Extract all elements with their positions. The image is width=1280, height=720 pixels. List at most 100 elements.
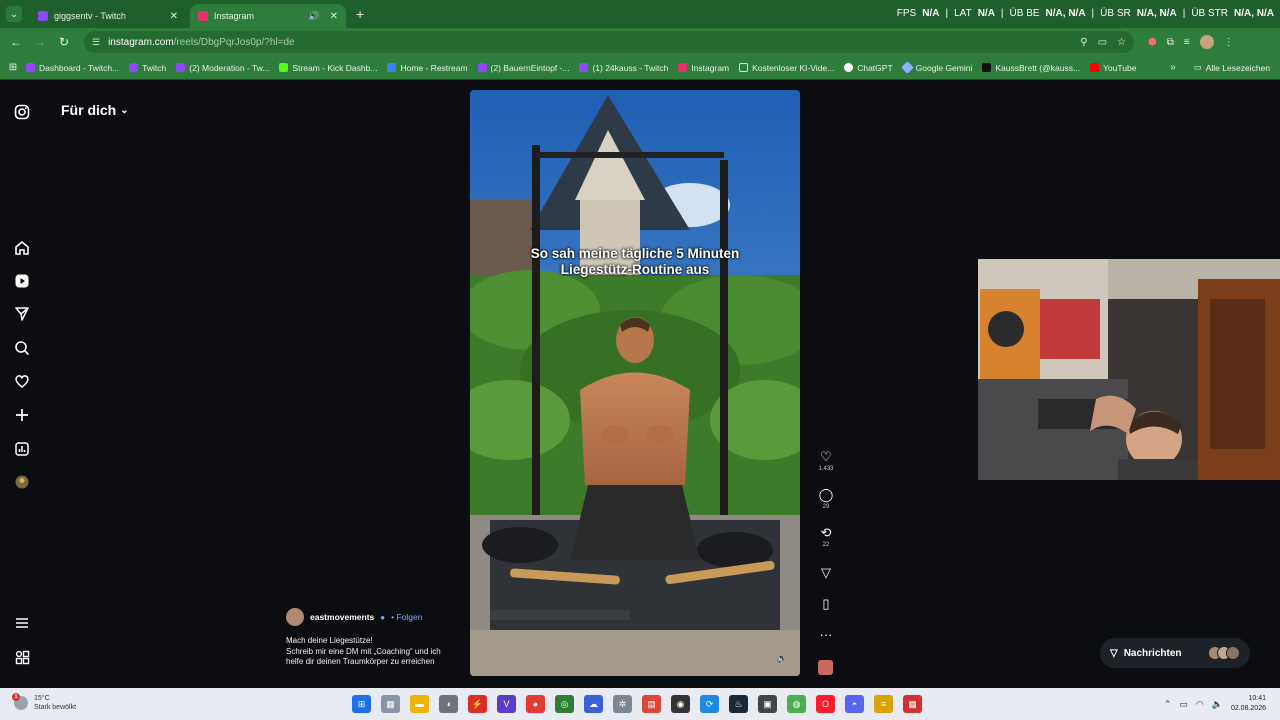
weather-widget[interactable]: 1 15°C Stark bewölkt bbox=[12, 693, 76, 712]
bookmark-item[interactable]: ChatGPT bbox=[844, 63, 893, 73]
all-bookmarks-button[interactable]: ▭ Alle Lesezeichen bbox=[1194, 62, 1270, 73]
tab-instagram[interactable]: Instagram 🔊 ✕ bbox=[190, 4, 346, 28]
app-stack-icon[interactable]: ≡ bbox=[874, 695, 893, 713]
bookmark-item[interactable]: Google Gemini bbox=[900, 61, 972, 74]
bookmark-item[interactable]: Dashboard - Twitch... bbox=[26, 63, 119, 73]
profile-avatar[interactable] bbox=[1199, 35, 1214, 49]
bookmark-item[interactable]: Stream - Kick Dashb... bbox=[279, 63, 377, 73]
bookmark-star-icon[interactable]: ☆ bbox=[1117, 37, 1126, 48]
app-ring-icon[interactable]: ◎ bbox=[555, 695, 574, 713]
app-red-icon[interactable]: ⚡ bbox=[468, 695, 487, 713]
home-icon[interactable] bbox=[12, 238, 32, 258]
apps-grid-icon[interactable]: ⊞ bbox=[0, 62, 26, 73]
cast-icon[interactable]: ▭ bbox=[1098, 37, 1107, 48]
app-record-icon[interactable]: ● bbox=[526, 695, 545, 713]
tray-overflow-icon[interactable]: ⌃ bbox=[1164, 699, 1172, 710]
repost-count: 22 bbox=[822, 542, 830, 548]
network-icon[interactable]: ▭ bbox=[1179, 699, 1188, 710]
reading-list-icon[interactable]: ≡ bbox=[1184, 37, 1190, 48]
bookmark-item[interactable]: (1) 24kauss - Twitch bbox=[579, 63, 668, 73]
author-username[interactable]: eastmovements bbox=[310, 612, 374, 622]
browser-toolbar: ← → ↻ ☰ instagram.com/reels/DbgPqrJos0p/… bbox=[0, 28, 1280, 56]
tab-search-button[interactable]: ⌄ bbox=[6, 6, 22, 22]
close-tab-icon[interactable]: ✕ bbox=[170, 11, 178, 22]
bookmark-item[interactable]: Home - Restream bbox=[387, 63, 468, 73]
reload-icon[interactable]: ↻ bbox=[52, 35, 76, 49]
direct-messages-icon[interactable] bbox=[12, 304, 32, 324]
tab-twitch[interactable]: giggsentv - Twitch ✕ bbox=[30, 4, 186, 28]
search-icon[interactable] bbox=[12, 338, 32, 358]
apps-icon[interactable] bbox=[12, 647, 32, 667]
share-button[interactable]: ▽ bbox=[812, 566, 840, 580]
app-news-icon[interactable]: ▤ bbox=[642, 695, 661, 713]
fps-value: N/A bbox=[922, 8, 940, 19]
zoom-icon[interactable]: ⚲ bbox=[1080, 37, 1087, 48]
windows-start-icon[interactable]: ⊞ bbox=[352, 695, 371, 713]
feed-selector[interactable]: Für dich ⌄ bbox=[61, 102, 129, 118]
like-button[interactable]: ♡ 1.433 bbox=[812, 450, 840, 473]
profile-avatar-icon[interactable] bbox=[12, 472, 32, 492]
steam-icon[interactable]: ♨ bbox=[729, 695, 748, 713]
forward-icon[interactable]: → bbox=[28, 35, 52, 49]
more-menu-icon[interactable] bbox=[12, 613, 32, 633]
volume-icon[interactable]: 🔈 bbox=[1212, 699, 1223, 710]
app-blue-icon[interactable]: ⟳ bbox=[700, 695, 719, 713]
more-bookmarks-icon[interactable]: » bbox=[1170, 62, 1176, 73]
app-settings-icon[interactable]: ✲ bbox=[613, 695, 632, 713]
comment-button[interactable]: ◯ 29 bbox=[812, 488, 840, 511]
bookmark-item[interactable]: Instagram bbox=[678, 63, 729, 73]
file-explorer-icon[interactable]: ▬ bbox=[410, 695, 429, 713]
bookmark-item[interactable]: Twitch bbox=[129, 63, 166, 73]
bookmark-item[interactable]: YouTube bbox=[1090, 63, 1136, 73]
ub-be-label: ÜB BE bbox=[1009, 8, 1040, 19]
chatgpt-icon bbox=[844, 63, 854, 72]
app-grid-red-icon[interactable]: ▦ bbox=[903, 695, 922, 713]
notifications-heart-icon[interactable] bbox=[12, 371, 32, 391]
mute-icon[interactable]: 🔈 bbox=[777, 653, 788, 664]
repost-button[interactable]: ⟲ 22 bbox=[812, 526, 840, 549]
dashboard-icon[interactable] bbox=[12, 439, 32, 459]
more-options-button[interactable]: ··· bbox=[812, 628, 840, 642]
close-tab-icon[interactable]: ✕ bbox=[330, 11, 338, 22]
bookmark-item[interactable]: (2) Moderation - Tw... bbox=[176, 63, 269, 73]
url-text[interactable]: instagram.com/reels/DbgPqrJos0p/?hl=de bbox=[108, 37, 1080, 48]
clock[interactable]: 10:41 02.08.2026 bbox=[1231, 694, 1266, 714]
reel-video[interactable]: So sah meine tägliche 5 Minuten Liegestü… bbox=[470, 90, 800, 676]
twitch-icon bbox=[176, 63, 186, 72]
reels-icon[interactable] bbox=[12, 271, 32, 291]
audio-thumbnail[interactable] bbox=[818, 660, 833, 675]
video-caption: So sah meine tägliche 5 Minuten Liegestü… bbox=[470, 246, 800, 278]
menu-icon[interactable]: ⋮ bbox=[1224, 37, 1234, 48]
discord-icon[interactable]: ◓ bbox=[845, 695, 864, 713]
save-button[interactable]: ▯ bbox=[812, 597, 840, 611]
windows-taskbar: 1 15°C Stark bewölkt ⊞ ▦ ▬ ◖ ⚡ V ● ◎ ☁ ✲… bbox=[0, 688, 1280, 720]
new-tab-button[interactable]: + bbox=[356, 6, 364, 22]
chrome-icon[interactable]: ◍ bbox=[787, 695, 806, 713]
lat-label: LAT bbox=[954, 8, 972, 19]
terminal-icon[interactable]: ▣ bbox=[758, 695, 777, 713]
bookmark-item[interactable]: (2) BauernEintopf -... bbox=[477, 63, 569, 73]
bookmark-item[interactable]: KaussBrett (@kauss... bbox=[982, 63, 1080, 73]
app-cloud-icon[interactable]: ☁ bbox=[584, 695, 603, 713]
opera-icon[interactable]: O bbox=[816, 695, 835, 713]
bookmark-item[interactable]: Kostenloser KI-Vide... bbox=[739, 63, 834, 73]
site-info-icon[interactable]: ☰ bbox=[92, 37, 100, 48]
adblock-extension-icon[interactable]: ⬢ bbox=[1148, 37, 1157, 48]
speaker-icon[interactable]: 🔊 bbox=[308, 11, 319, 22]
author-avatar[interactable] bbox=[286, 608, 304, 626]
create-plus-icon[interactable] bbox=[12, 405, 32, 425]
messages-button[interactable]: ▽ Nachrichten bbox=[1100, 638, 1250, 668]
wifi-icon[interactable]: ◠ bbox=[1196, 699, 1204, 710]
obs-icon[interactable]: ◉ bbox=[671, 695, 690, 713]
back-icon[interactable]: ← bbox=[4, 35, 28, 49]
address-bar[interactable]: ☰ instagram.com/reels/DbgPqrJos0p/?hl=de… bbox=[84, 31, 1134, 53]
extensions-icon[interactable]: ⧉ bbox=[1167, 37, 1174, 48]
calculator-icon[interactable]: ▦ bbox=[381, 695, 400, 713]
send-icon: ▽ bbox=[821, 565, 831, 580]
instagram-logo-icon[interactable] bbox=[12, 102, 32, 122]
follow-button[interactable]: • Folgen bbox=[391, 612, 422, 622]
desc-line-1: Mach deine Liegestütze! bbox=[286, 636, 373, 645]
instagram-favicon-icon bbox=[198, 11, 208, 21]
app-v-icon[interactable]: V bbox=[497, 695, 516, 713]
mouse-app-icon[interactable]: ◖ bbox=[439, 695, 458, 713]
